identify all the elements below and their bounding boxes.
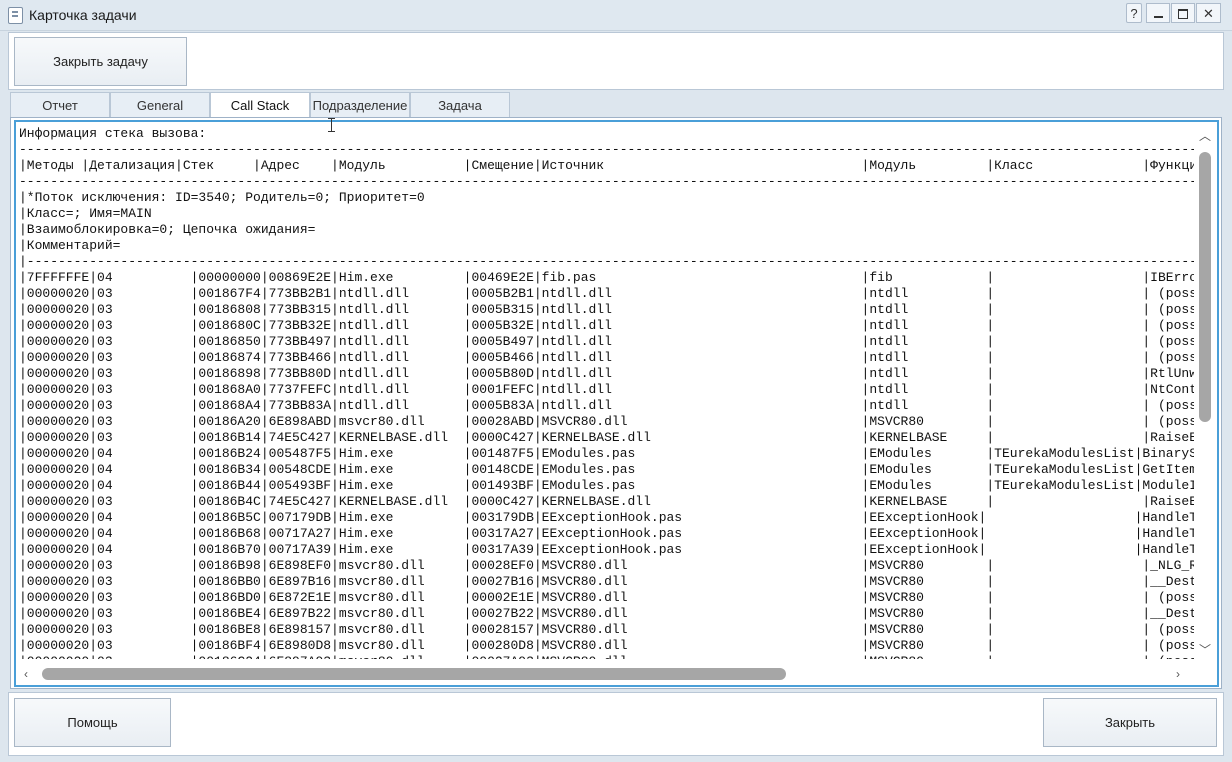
footer-bar [8, 692, 1224, 756]
report-line: |00000020|04 |00186B5C|007179DB|Him.exe … [19, 510, 1194, 525]
horizontal-scroll-thumb[interactable] [42, 668, 786, 680]
close-button[interactable]: Закрыть [1043, 698, 1217, 747]
report-line: |00000020|03 |00186B4C|74E5C427|KERNELBA… [19, 494, 1194, 509]
tab-task[interactable]: Задача [410, 92, 510, 117]
report-line: |00000020|03 |0018680C|773BB32E|ntdll.dl… [19, 318, 1194, 333]
tab-general[interactable]: General [110, 92, 210, 117]
report-line: |00000020|04 |00186B44|005493BF|Him.exe … [19, 478, 1194, 493]
report-line: |---------------------------------------… [19, 254, 1194, 269]
report-line: |00000020|03 |001868A4|773BB83A|ntdll.dl… [19, 398, 1194, 413]
report-line: |00000020|03 |00186BD0|6E872E1E|msvcr80.… [19, 590, 1194, 605]
vertical-scroll-thumb[interactable] [1199, 152, 1211, 422]
report-line: Информация стека вызова: [19, 126, 207, 141]
window-title: Карточка задачи [29, 7, 137, 23]
report-line: |00000020|04 |00186B34|00548CDE|Him.exe … [19, 462, 1194, 477]
report-line: |00000020|04 |00186B68|00717A27|Him.exe … [19, 526, 1194, 541]
text-cursor-icon [327, 118, 336, 132]
call-stack-text-area[interactable]: Информация стека вызова: ----------------… [14, 120, 1219, 687]
report-line: |00000020|03 |00186BF4|6E8980D8|msvcr80.… [19, 638, 1194, 653]
app-icon [8, 7, 23, 24]
report-line: |00000020|03 |00186B14|74E5C427|KERNELBA… [19, 430, 1194, 445]
report-line: |00000020|03 |00186BE8|6E898157|msvcr80.… [19, 622, 1194, 637]
report-line: |00000020|03 |00186BE4|6E897B22|msvcr80.… [19, 606, 1194, 621]
report-line: |00000020|03 |00186B98|6E898EF0|msvcr80.… [19, 558, 1194, 573]
report-line: |00000020|03 |00186C24|6E897A93|msvcr80.… [19, 654, 1194, 659]
close-task-button[interactable]: Закрыть задачу [14, 37, 187, 86]
report-line: |00000020|04 |00186B70|00717A39|Him.exe … [19, 542, 1194, 557]
scroll-down-icon[interactable]: ﹀ [1199, 644, 1211, 656]
report-line: ----------------------------------------… [19, 142, 1194, 157]
minimize-button[interactable] [1146, 3, 1170, 23]
vertical-scrollbar[interactable]: ︿ ﹀ [1196, 124, 1214, 662]
close-window-button[interactable]: ✕ [1196, 3, 1221, 23]
help-button[interactable]: Помощь [14, 698, 171, 747]
report-line: |00000020|03 |00186BB0|6E897B16|msvcr80.… [19, 574, 1194, 589]
report-line: |Комментарий= [19, 238, 121, 253]
tab-department[interactable]: Подразделение [310, 92, 410, 117]
report-line: |Класс=; Имя=MAIN [19, 206, 152, 221]
help-window-button[interactable]: ? [1126, 3, 1142, 23]
maximize-button[interactable] [1171, 3, 1195, 23]
report-line: |*Поток исключения: ID=3540; Родитель=0;… [19, 190, 425, 205]
report-line: |Методы |Детализация|Стек |Адрес |Модуль… [19, 158, 1194, 173]
report-line: |00000020|03 |00186A20|6E898ABD|msvcr80.… [19, 414, 1194, 429]
report-line: |7FFFFFFE|04 |00000000|00869E2E|Him.exe … [19, 270, 1194, 285]
call-stack-text[interactable]: Информация стека вызова: ----------------… [19, 126, 1194, 659]
report-line: |00000020|04 |00186B24|005487F5|Him.exe … [19, 446, 1194, 461]
tab-call-stack[interactable]: Call Stack [210, 92, 310, 119]
report-line: |00000020|03 |001868A0|7737FEFC|ntdll.dl… [19, 382, 1194, 397]
report-line: |00000020|03 |00186874|773BB466|ntdll.dl… [19, 350, 1194, 365]
title-bar: Карточка задачи ? ✕ [0, 0, 1232, 31]
horizontal-scrollbar[interactable]: ‹ › [16, 665, 1196, 683]
report-line: ----------------------------------------… [19, 174, 1194, 189]
report-line: |00000020|03 |00186850|773BB497|ntdll.dl… [19, 334, 1194, 349]
report-line: |Взаимоблокировка=0; Цепочка ожидания= [19, 222, 316, 237]
scroll-left-icon[interactable]: ‹ [24, 668, 28, 680]
scroll-right-icon[interactable]: › [1176, 668, 1180, 680]
scroll-up-icon[interactable]: ︿ [1199, 130, 1211, 142]
toolbar [8, 32, 1224, 90]
maximize-icon [1178, 9, 1188, 19]
report-line: |00000020|03 |00186808|773BB315|ntdll.dl… [19, 302, 1194, 317]
tab-report[interactable]: Отчет [10, 92, 110, 117]
minimize-icon [1153, 16, 1163, 18]
report-line: |00000020|03 |00186898|773BB80D|ntdll.dl… [19, 366, 1194, 381]
report-line: |00000020|03 |001867F4|773BB2B1|ntdll.dl… [19, 286, 1194, 301]
